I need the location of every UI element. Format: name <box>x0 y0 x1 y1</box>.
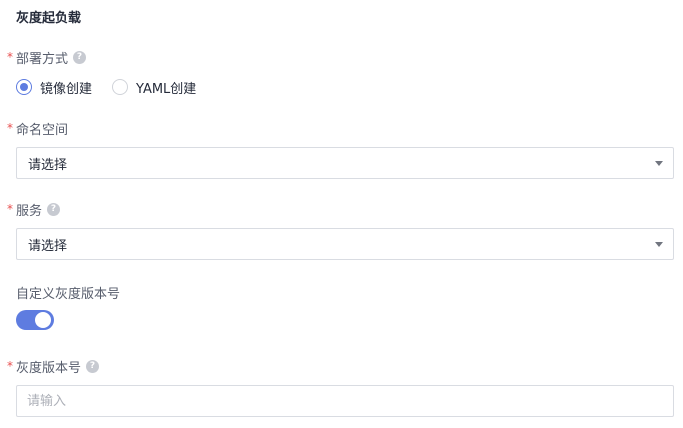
gray-version-input[interactable] <box>16 385 674 417</box>
radio-yaml-create[interactable]: YAML创建 <box>112 78 196 97</box>
help-icon[interactable]: ? <box>86 359 100 373</box>
service-label-row: * 服务 ? <box>7 200 61 219</box>
gray-version-label: 灰度版本号 <box>16 360 82 376</box>
namespace-label: 命名空间 <box>16 122 69 138</box>
required-mark: * <box>7 50 13 64</box>
radio-image-create[interactable]: 镜像创建 <box>16 78 92 97</box>
service-label: 服务 <box>16 203 43 219</box>
service-select[interactable]: 请选择 <box>16 228 674 260</box>
required-mark: * <box>7 121 13 135</box>
gray-version-label-row: * 灰度版本号 ? <box>7 357 100 376</box>
deploy-method-label-row: * 部署方式 ? <box>7 48 87 67</box>
toggle-knob <box>35 312 51 328</box>
deploy-method-label: 部署方式 <box>16 51 69 67</box>
caret-down-icon <box>655 241 663 247</box>
caret-down-icon <box>655 160 663 166</box>
help-icon[interactable]: ? <box>73 50 87 64</box>
namespace-select-value: 请选择 <box>28 157 68 173</box>
custom-version-label: 自定义灰度版本号 <box>16 287 121 302</box>
radio-unchecked-icon[interactable] <box>112 79 129 95</box>
namespace-label-row: * 命名空间 <box>7 119 69 138</box>
radio-label: 镜像创建 <box>40 81 93 97</box>
radio-label: YAML创建 <box>136 81 197 97</box>
required-mark: * <box>7 359 13 373</box>
required-mark: * <box>7 202 13 216</box>
radio-checked-icon[interactable] <box>16 79 32 95</box>
help-icon[interactable]: ? <box>47 202 61 216</box>
custom-version-toggle[interactable] <box>16 310 54 330</box>
section-title: 灰度起负载 <box>16 11 82 26</box>
deploy-method-radio-group: 镜像创建 YAML创建 <box>16 77 216 97</box>
namespace-select[interactable]: 请选择 <box>16 147 674 179</box>
service-select-value: 请选择 <box>28 238 68 254</box>
